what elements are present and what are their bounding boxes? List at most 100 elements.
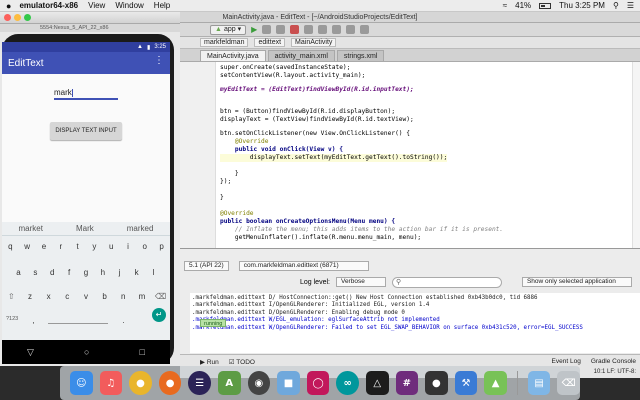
close-icon[interactable] [4,14,11,21]
suggestion-item[interactable]: Mark [76,224,94,233]
key[interactable]: y [88,242,101,251]
key[interactable]: m [135,292,148,301]
breadcrumb-item[interactable]: markfeldman [200,38,249,47]
period-key[interactable]: . [122,316,124,325]
key[interactable]: d [46,268,59,277]
event-log-button[interactable]: Event Log [552,358,581,365]
key[interactable]: p [155,242,168,251]
todo-tool-button[interactable]: ☑ TODO [229,358,255,366]
apple-icon[interactable]: ● [6,1,11,11]
logcat-search-input[interactable]: ⚲ [391,276,502,288]
key[interactable]: k [130,268,143,277]
home-icon[interactable]: ○ [84,347,89,357]
recents-icon[interactable]: □ [140,347,145,357]
eclipse-icon[interactable]: ☰ [188,371,211,395]
key[interactable]: o [138,242,151,251]
run-tool-button[interactable]: ▶ Run [200,358,219,366]
key[interactable]: s [29,268,42,277]
key[interactable]: h [96,268,109,277]
key[interactable]: n [117,292,130,301]
breadcrumb-item[interactable]: MainActivity [291,38,337,47]
key[interactable]: u [105,242,118,251]
display-text-button[interactable]: DISPLAY TEXT INPUT [50,122,122,140]
input-text-field[interactable]: mark [54,88,118,100]
key[interactable]: g [79,268,92,277]
key[interactable]: e [37,242,50,251]
stop-icon[interactable] [290,25,300,34]
folder-icon[interactable]: ▤ [527,371,551,395]
back-icon[interactable]: ▽ [27,347,34,358]
overflow-menu-icon[interactable]: ⋮ [154,55,164,66]
monitor-icon[interactable] [346,25,356,34]
slack-icon[interactable]: # [395,371,419,395]
processing-icon[interactable]: △ [365,371,389,395]
key[interactable]: a [12,268,25,277]
sdk-manager-icon[interactable] [332,25,342,34]
run-config-select[interactable]: ▲ app ▾ [210,24,247,35]
wifi-icon[interactable]: ≈ [503,1,507,10]
minimize-icon[interactable] [14,14,21,21]
key[interactable]: z [23,292,36,301]
run-icon[interactable]: ▶ [251,25,257,34]
finder-icon[interactable]: ☺ [70,371,93,395]
key[interactable]: b [98,292,111,301]
speaker-icon[interactable]: ◉ [247,371,271,395]
key[interactable]: w [21,242,34,251]
chrome-icon[interactable]: ● [129,371,152,395]
key[interactable]: x [42,292,55,301]
process-select[interactable]: com.markfeldman.edittext (6871) [238,261,369,271]
tab-activity-main-xml[interactable]: activity_main.xml [267,50,335,61]
enter-key-icon[interactable]: ↵ [152,308,166,322]
key[interactable]: t [71,242,84,251]
breadcrumb-item[interactable]: edittext [254,38,286,47]
menu-help[interactable]: Help [154,1,170,10]
log-level-select[interactable]: Verbose [335,277,386,287]
github-icon[interactable]: ● [425,371,448,395]
virtualbox-icon[interactable]: ■ [277,371,300,395]
battery-icon[interactable] [539,2,552,9]
logcat-output[interactable]: .markfeldman.edittext D/ HostConnection:… [190,293,640,353]
comma-key[interactable]: , [32,316,34,325]
android-studio-icon[interactable]: A [217,371,241,395]
editor-error-stripe[interactable] [632,62,640,248]
flickr-icon[interactable]: ◯ [306,371,330,395]
trash-icon[interactable]: ⌫ [557,371,581,395]
sync-icon[interactable] [304,25,314,34]
device-select[interactable]: 5.1 (API 22) [184,261,229,271]
key[interactable]: v [79,292,92,301]
key[interactable]: q [4,242,17,251]
arduino-icon[interactable]: ∞ [336,371,359,395]
line-separator[interactable]: LF: [607,369,616,375]
notification-center-icon[interactable]: ☰ [627,1,634,10]
gradle-console-button[interactable]: Gradle Console [591,358,636,365]
avd-manager-icon[interactable] [318,25,328,34]
code-editor[interactable]: super.onCreate(savedInstanceState); setC… [180,62,640,248]
xcode-icon[interactable]: ⚒ [454,371,478,395]
key[interactable]: f [63,268,76,277]
android-icon[interactable]: ▲ [484,371,507,395]
key[interactable]: l [147,268,160,277]
suggestion-item[interactable]: marked [127,224,154,233]
debug-icon[interactable] [262,25,272,34]
symbols-key[interactable]: ?123 [6,316,18,325]
spotlight-icon[interactable]: ⚲ [613,1,619,10]
firefox-icon[interactable]: ● [158,371,182,395]
attach-debugger-icon[interactable] [276,25,286,34]
key[interactable]: r [54,242,67,251]
spacebar[interactable] [48,318,109,324]
menubar-clock[interactable]: Thu 3:25 PM [559,1,605,10]
suggestion-item[interactable]: market [19,224,43,233]
file-encoding[interactable]: UTF-8: [617,369,636,375]
key[interactable]: i [121,242,134,251]
shift-icon[interactable]: ⇧ [5,292,18,301]
backspace-icon[interactable]: ⌫ [154,292,167,301]
help-icon[interactable] [360,25,370,34]
music-icon[interactable]: ♫ [99,371,123,395]
zoom-icon[interactable] [24,14,31,21]
editor-gutter[interactable] [180,62,216,248]
menu-window[interactable]: Window [115,1,143,10]
key[interactable]: j [113,268,126,277]
tab-strings-xml[interactable]: strings.xml [336,50,385,61]
filter-select[interactable]: Show only selected application [521,277,632,287]
caret-position[interactable]: 10:1 [594,369,606,375]
